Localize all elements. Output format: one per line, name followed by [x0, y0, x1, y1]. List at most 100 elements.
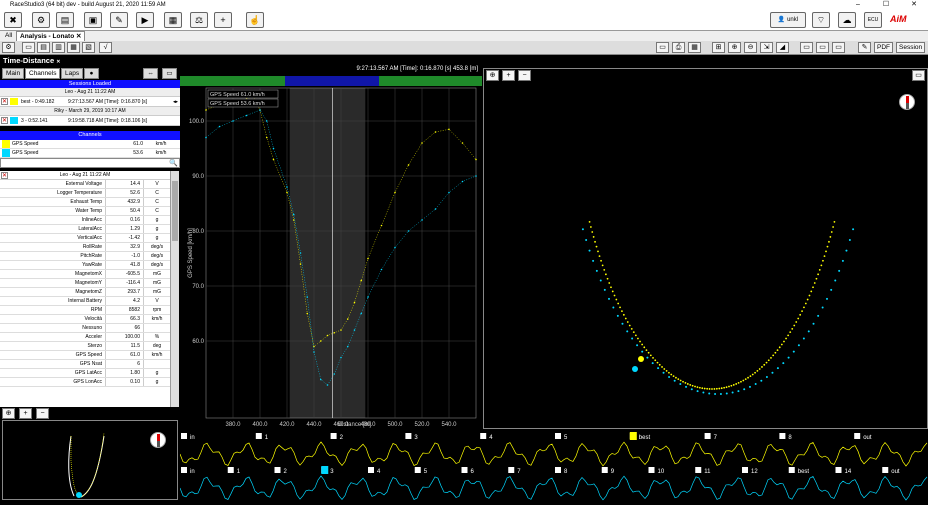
- tab-analysis[interactable]: Analysis - Lonato ✕: [16, 31, 86, 41]
- settings-gear-icon[interactable]: ⚙: [2, 42, 15, 53]
- value-row[interactable]: Logger Temperature 52.6 C: [0, 189, 170, 198]
- open-icon[interactable]: ▭: [22, 42, 35, 53]
- remove-session-icon[interactable]: ✕: [1, 172, 8, 179]
- expand-icon[interactable]: ⇔: [143, 68, 158, 79]
- remove-lap-icon[interactable]: ✕: [1, 117, 8, 124]
- value-row[interactable]: External Voltage 14.4 V: [0, 180, 170, 189]
- maximize-button[interactable]: ☐: [872, 0, 900, 10]
- value-row[interactable]: Internal Battery 4.2 V: [0, 297, 170, 306]
- device-config-icon[interactable]: ⚙: [32, 12, 50, 28]
- value-row[interactable]: RollRate 32.9 deg/s: [0, 243, 170, 252]
- layout-icon[interactable]: ▭: [656, 42, 669, 53]
- help-icon[interactable]: ☝: [246, 12, 264, 28]
- channel-row[interactable]: GPS Speed 53.6 km/h: [0, 149, 180, 158]
- zoom-fit-icon[interactable]: ⊞: [712, 42, 725, 53]
- channel-search-input[interactable]: 🔍: [0, 158, 180, 168]
- panel-3-icon[interactable]: ▭: [832, 42, 845, 53]
- value-row[interactable]: PitchRate -1.0 deg/s: [0, 252, 170, 261]
- zoom-out-icon[interactable]: ⊖: [744, 42, 757, 53]
- panel-1-icon[interactable]: ▭: [800, 42, 813, 53]
- minimap[interactable]: [2, 420, 178, 500]
- cloud-icon[interactable]: ☁: [838, 12, 856, 28]
- speed-distance-chart[interactable]: 380.0 400.0 420.0 440.0 460.0 480.0 500.0 520.0…: [180, 64, 482, 429]
- lap-menu-icon[interactable]: ◂▸: [173, 97, 178, 107]
- lap-selector-2[interactable]: in 1 2 3 4 5 6 7 8 9 10 11 12 best 14 out: [179, 466, 928, 503]
- lap-row[interactable]: ✕ best - 0:49.182 9:27:13.567 AM [Time]:…: [0, 97, 180, 107]
- tab-all[interactable]: All: [2, 31, 15, 41]
- record-icon[interactable]: ●: [84, 68, 99, 79]
- tab-laps[interactable]: Laps: [61, 68, 84, 79]
- analysis-icon[interactable]: ▣: [84, 12, 102, 28]
- zoom-in-icon[interactable]: ⊕: [728, 42, 741, 53]
- ecu-button[interactable]: ECU: [864, 12, 882, 28]
- math-icon[interactable]: √: [99, 42, 112, 53]
- dash-icon[interactable]: ▦: [164, 12, 182, 28]
- map-fit-icon[interactable]: ⊕: [486, 70, 499, 81]
- zoom-out-icon[interactable]: −: [36, 408, 49, 419]
- tools-icon[interactable]: ✖: [4, 12, 22, 28]
- wifi-icon[interactable]: ⌔: [812, 12, 830, 28]
- value-row[interactable]: Sterzo 11.5 deg: [0, 342, 170, 351]
- video-icon[interactable]: ▶: [136, 12, 154, 28]
- lap-strip-2[interactable]: in 1 2 3 4 5 6 7 8 9 10 11 12 best 14 out: [179, 466, 928, 503]
- settings-icon[interactable]: ⚖: [190, 12, 208, 28]
- close-tab-icon[interactable]: ✕: [76, 33, 81, 40]
- track-point-compare: [651, 362, 654, 365]
- print-icon[interactable]: ⎙: [672, 42, 685, 53]
- map-icon[interactable]: ▦: [67, 42, 80, 53]
- map-settings-icon[interactable]: ▭: [912, 70, 925, 81]
- value-row[interactable]: GPS Speed 61.0 km/h: [0, 351, 170, 360]
- user-button[interactable]: 👤 unkl: [770, 12, 806, 28]
- value-row[interactable]: Nessuno 66: [0, 324, 170, 333]
- value-row[interactable]: MagnetomZ 293.7 mG: [0, 288, 170, 297]
- remove-lap-icon[interactable]: ✕: [1, 98, 8, 105]
- session-button[interactable]: Session: [896, 42, 926, 53]
- minimize-button[interactable]: –: [844, 0, 872, 10]
- panel-2-icon[interactable]: ▭: [816, 42, 829, 53]
- lap-time: 9:19:58.718 AM [Time]: 0:18.106 [s]: [68, 118, 148, 124]
- chart-icon[interactable]: ▥: [52, 42, 65, 53]
- track-map-panel[interactable]: ⊕ + − ▭: [483, 68, 928, 429]
- value-row[interactable]: YawRate 41.8 deg/s: [0, 261, 170, 270]
- values-scrollbar[interactable]: [170, 171, 179, 407]
- value-row[interactable]: GPS Nsat 6: [0, 360, 170, 369]
- close-button[interactable]: ✕: [900, 0, 928, 10]
- value-row[interactable]: Velocità 66.3 km/h: [0, 315, 170, 324]
- value-row[interactable]: MagnetomY -116.4 mG: [0, 279, 170, 288]
- value-row[interactable]: Water Temp 50.4 C: [0, 207, 170, 216]
- value-row[interactable]: InlineAcc 0.16 g: [0, 216, 170, 225]
- tab-channels[interactable]: Channels: [25, 68, 61, 79]
- marker-icon[interactable]: ◢: [776, 42, 789, 53]
- chart-panel[interactable]: 380.0 400.0 420.0 440.0 460.0 480.0 500.0 520.0…: [180, 64, 482, 429]
- tools-icon-2[interactable]: ✎: [858, 42, 871, 53]
- map-zoom-in-icon[interactable]: +: [502, 70, 515, 81]
- compare-icon[interactable]: ▧: [82, 42, 95, 53]
- value-row[interactable]: Exhaust Temp 432.9 C: [0, 198, 170, 207]
- data-download-icon[interactable]: ▤: [56, 12, 74, 28]
- fit-icon[interactable]: ⊕: [2, 408, 15, 419]
- scrollbar-thumb[interactable]: [172, 181, 178, 241]
- lap-strip-1[interactable]: in 1 2 3 4 5 best 7 8 out: [179, 432, 928, 468]
- pdf-button[interactable]: PDF: [874, 42, 893, 53]
- search-icon[interactable]: 🔍: [169, 159, 178, 167]
- zoom-x-icon[interactable]: ⇲: [760, 42, 773, 53]
- collapse-icon[interactable]: ▭: [162, 68, 177, 79]
- lap-selector-1[interactable]: in 1 2 3 4 5 best 7 8 out: [179, 432, 928, 468]
- value-row[interactable]: GPS LonAcc 0.10 g: [0, 378, 170, 387]
- track-manager-icon[interactable]: ✎: [110, 12, 128, 28]
- channel-row[interactable]: GPS Speed 61.0 km/h: [0, 140, 180, 149]
- value-row[interactable]: RPM 8582 rpm: [0, 306, 170, 315]
- value-row[interactable]: MagnetomX -605.5 mG: [0, 270, 170, 279]
- time-icon[interactable]: ▤: [37, 42, 50, 53]
- value-row[interactable]: Acceler 100.00%: [0, 333, 170, 342]
- lap-row[interactable]: ✕ 3 - 0:52.141 9:19:58.718 AM [Time]: 0:…: [0, 116, 180, 126]
- value-row[interactable]: GPS LatAcc 1.80 g: [0, 369, 170, 378]
- value-row[interactable]: VerticalAcc -1.42 g: [0, 234, 170, 243]
- plus-icon[interactable]: +: [214, 12, 232, 28]
- tab-main[interactable]: Main: [2, 68, 25, 79]
- value-row[interactable]: LateralAcc 1.29 g: [0, 225, 170, 234]
- map-zoom-out-icon[interactable]: −: [518, 70, 531, 81]
- pin-icon[interactable]: ✕: [56, 59, 60, 65]
- zoom-in-icon[interactable]: +: [19, 408, 32, 419]
- grid-icon[interactable]: ▦: [688, 42, 701, 53]
